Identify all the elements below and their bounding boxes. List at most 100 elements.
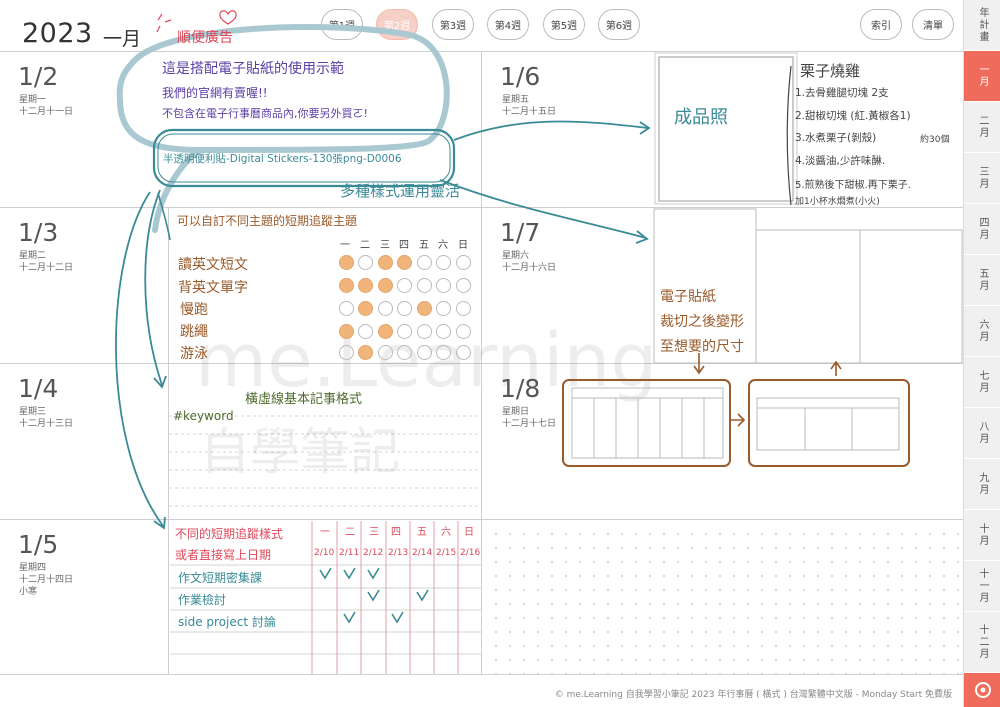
habit-cell[interactable] (436, 345, 451, 360)
sticker-product-name: 半透明便利貼-Digital Stickers-130張png-D0006 (163, 153, 402, 165)
tracker-day: 三 (369, 527, 379, 538)
habit-cell[interactable] (397, 324, 412, 339)
habit-cell[interactable] (397, 345, 412, 360)
habit-cell[interactable] (456, 345, 471, 360)
habit-name: 跳繩 (180, 324, 208, 340)
sidebar-month-6[interactable]: 六月 (964, 306, 1000, 357)
tracker-day: 五 (417, 527, 427, 538)
habit-cell[interactable] (417, 324, 432, 339)
tracker-date: 2/15 (436, 548, 457, 558)
sidebar-month-3[interactable]: 三月 (964, 153, 1000, 204)
habit-cell[interactable] (456, 255, 471, 270)
recipe-step: 加1小杯水燜煮(小火) (795, 197, 880, 207)
tracker-day: 一 (320, 527, 330, 538)
sidebar-month-9[interactable]: 九月 (964, 459, 1000, 510)
task-name: 作業檢討 (178, 593, 227, 607)
habit-cell[interactable] (397, 301, 412, 316)
habit-cell[interactable] (417, 255, 432, 270)
footer-credit: © me.Learning 自我學習小筆記 2023 年行事曆 ( 橫式 ) 台… (554, 690, 952, 700)
tracker-day: 六 (441, 527, 451, 538)
habit-name: 游泳 (180, 346, 208, 362)
habit-day-header: 一 (340, 240, 350, 251)
habit-cell[interactable] (339, 255, 354, 270)
home-button[interactable] (964, 673, 1000, 707)
versatile-note: 多種樣式運用靈活 (340, 182, 461, 200)
habit-cell[interactable] (417, 301, 432, 316)
ad-title: 順便廣告 (177, 30, 233, 46)
habit-cell[interactable] (339, 301, 354, 316)
habit-cell[interactable] (436, 255, 451, 270)
task-name: side project 討論 (178, 615, 276, 629)
habit-cell[interactable] (378, 255, 393, 270)
recipe-step: 2.甜椒切塊 (紅.黃椒各1) (795, 110, 911, 122)
sidebar-month-12[interactable]: 十二月 (964, 612, 1000, 673)
task-name: 作文短期密集課 (178, 571, 263, 585)
habit-cell[interactable] (358, 301, 373, 316)
ad-line-1: 這是搭配電子貼紙的使用示範 (162, 61, 344, 77)
habit-cell[interactable] (456, 324, 471, 339)
habit-cell[interactable] (397, 278, 412, 293)
sidebar-month-11[interactable]: 十一月 (964, 561, 1000, 612)
target-icon (974, 682, 991, 698)
habit-day-header: 四 (399, 240, 409, 251)
habit-cell[interactable] (378, 345, 393, 360)
tracker-day: 四 (391, 527, 401, 538)
sidebar-year-plan[interactable]: 年計畫 (964, 0, 1000, 51)
sketch-layer (115, 10, 963, 674)
sidebar-month-8[interactable]: 八月 (964, 408, 1000, 459)
habit-day-header: 五 (419, 240, 429, 251)
habit-name: 背英文單字 (178, 280, 248, 296)
month-sidebar: 年計畫 一月 二月 三月 四月 五月 六月 七月 八月 九月 十月 十一月 十二… (963, 0, 1000, 707)
tracker-title-1: 不同的短期追蹤樣式 (175, 527, 284, 541)
ad-line-2: 我們的官網有賣喔!! (162, 86, 268, 100)
tracker-date: 2/13 (388, 548, 409, 558)
habit-cell[interactable] (378, 324, 393, 339)
tracker-day: 二 (345, 527, 355, 538)
tracker-date: 2/10 (314, 548, 335, 558)
habit-cell[interactable] (339, 324, 354, 339)
habit-cell[interactable] (358, 345, 373, 360)
habit-cell[interactable] (358, 324, 373, 339)
tracker-date: 2/14 (412, 548, 433, 558)
habit-cell[interactable] (456, 278, 471, 293)
sidebar-month-7[interactable]: 七月 (964, 357, 1000, 408)
habit-cell[interactable] (358, 255, 373, 270)
sidebar-month-2[interactable]: 二月 (964, 102, 1000, 153)
habit-cell[interactable] (456, 301, 471, 316)
sidebar-month-4[interactable]: 四月 (964, 204, 1000, 255)
sticker-note: 至想要的尺寸 (660, 339, 744, 355)
habit-cell[interactable] (417, 278, 432, 293)
ad-line-3: 不包含在電子行事曆商品內,你要另外買ㄛ! (162, 107, 368, 120)
habit-cell[interactable] (358, 278, 373, 293)
keyword-format-title: 橫虛線基本記事格式 (245, 392, 363, 407)
habit-cell[interactable] (436, 324, 451, 339)
habit-title: 可以自訂不同主題的短期追蹤主題 (177, 214, 358, 228)
recipe-step: 4.淡醬油,少許味醂. (795, 155, 886, 167)
habit-day-header: 日 (458, 240, 468, 251)
habit-cell[interactable] (436, 301, 451, 316)
habit-cell[interactable] (397, 255, 412, 270)
sidebar-month-1[interactable]: 一月 (964, 51, 1000, 102)
habit-cell[interactable] (436, 278, 451, 293)
recipe-title: 栗子燒雞 (800, 62, 861, 80)
habit-day-header: 六 (438, 240, 448, 251)
tracker-day: 日 (464, 527, 474, 538)
keyword-tag: #keyword (173, 409, 234, 423)
habit-cell[interactable] (339, 345, 354, 360)
habit-name: 慢跑 (180, 302, 208, 318)
habit-day-header: 二 (360, 240, 370, 251)
photo-label: 成品照 (674, 107, 728, 128)
sticker-note: 裁切之後變形 (660, 314, 744, 330)
sidebar-month-5[interactable]: 五月 (964, 255, 1000, 306)
habit-cell[interactable] (417, 345, 432, 360)
habit-cell[interactable] (378, 278, 393, 293)
habit-cell[interactable] (378, 301, 393, 316)
recipe-step: 1.去骨雞腿切塊 2支 (795, 87, 889, 99)
tracker-title-2: 或者直接寫上日期 (175, 548, 272, 562)
habit-cell[interactable] (339, 278, 354, 293)
sidebar-month-10[interactable]: 十月 (964, 510, 1000, 561)
habit-day-header: 三 (380, 240, 390, 251)
tracker-date: 2/16 (460, 548, 481, 558)
tracker-date: 2/12 (363, 548, 384, 558)
habit-name: 讀英文短文 (178, 257, 248, 273)
